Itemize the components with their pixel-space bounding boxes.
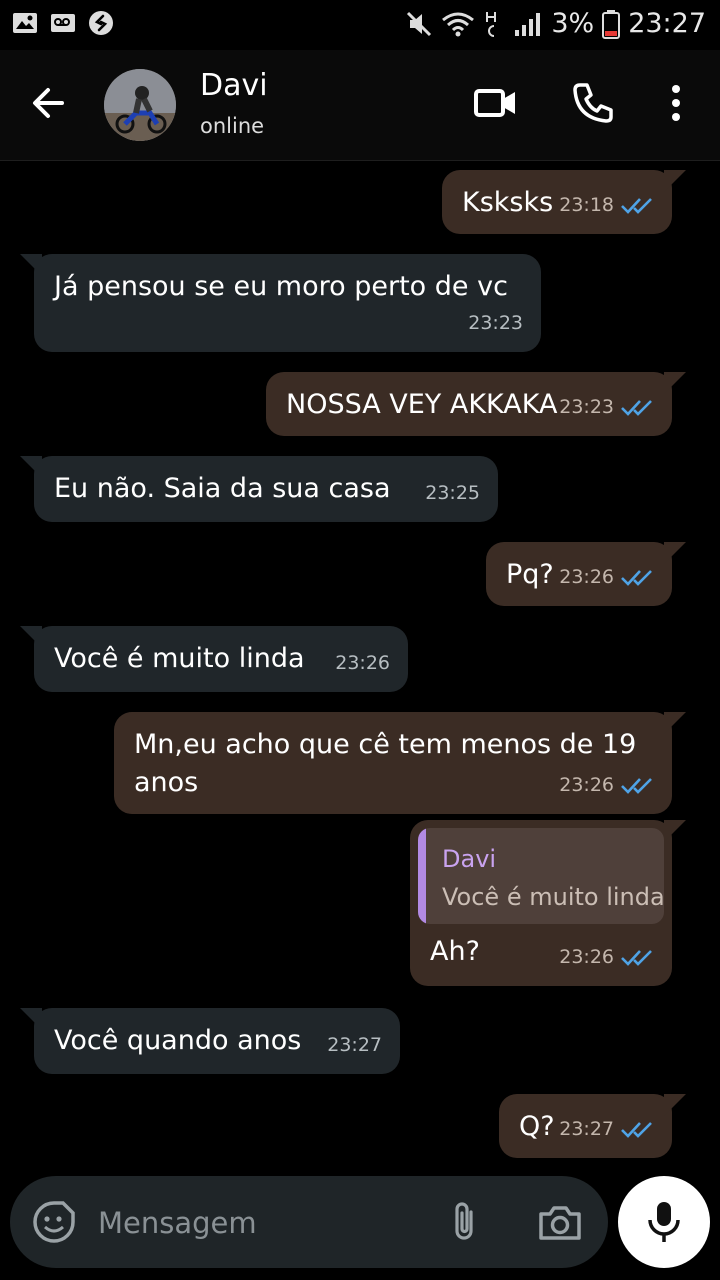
message-time: 23:18 — [559, 194, 614, 216]
message-bubble-incoming[interactable]: Eu não. Saia da sua casa 23:25 — [20, 456, 498, 522]
avatar[interactable] — [104, 69, 176, 141]
message-bubble-reply[interactable]: Davi Você é muito linda Ah? 23:26 — [410, 820, 686, 986]
more-options-icon[interactable] — [653, 80, 699, 126]
quote-accent-bar — [418, 828, 426, 924]
phone-icon[interactable] — [570, 80, 616, 126]
message-text: Pq? — [506, 559, 554, 590]
message-time: 23:23 — [559, 396, 614, 418]
read-receipt-icon — [621, 198, 652, 214]
message-text: Ah? — [430, 936, 480, 967]
video-call-icon[interactable] — [472, 80, 518, 126]
message-text: Você é muito linda — [54, 643, 305, 674]
status-bar: 3% 23:27 — [0, 0, 720, 50]
message-text: Eu não. Saia da sua casa — [54, 473, 391, 504]
message-text: Ksksks — [462, 187, 554, 218]
shazam-icon — [89, 11, 113, 35]
quoted-sender: Davi — [442, 845, 497, 873]
clock: 23:27 — [628, 8, 706, 39]
message-bubble-outgoing[interactable]: Q? 23:27 — [499, 1094, 686, 1158]
battery-percent: 3% — [551, 8, 595, 39]
avatar-motocross-image — [104, 69, 176, 141]
message-time: 23:26 — [335, 652, 390, 674]
voicemail-icon — [51, 14, 75, 32]
message-text-line: Mn,eu acho que cê tem menos de 19 — [134, 729, 637, 760]
message-time: 23:25 — [425, 482, 480, 504]
message-time: 23:27 — [327, 1034, 382, 1056]
message-bubble-incoming[interactable]: Você é muito linda 23:26 — [20, 626, 408, 692]
mute-icon — [407, 11, 432, 36]
chat-header: Davi online — [0, 50, 720, 161]
message-list[interactable]: Ksksks 23:18 Já pensou se eu moro perto … — [0, 160, 720, 1170]
message-bubble-outgoing[interactable]: Ksksks 23:18 — [442, 170, 686, 234]
contact-name[interactable]: Davi — [200, 68, 268, 103]
read-receipt-icon — [621, 570, 652, 586]
message-bubble-outgoing[interactable]: NOSSA VEY AKKAKA 23:23 — [266, 372, 686, 436]
read-receipt-icon — [621, 1122, 652, 1138]
attach-icon[interactable] — [440, 1198, 488, 1246]
sticker-icon[interactable] — [30, 1198, 78, 1246]
battery-icon — [602, 9, 621, 39]
quoted-text: Você é muito linda — [442, 883, 664, 911]
mic-icon — [648, 1202, 680, 1242]
back-arrow-icon[interactable] — [28, 83, 68, 123]
mic-button[interactable] — [618, 1176, 710, 1268]
read-receipt-icon — [621, 400, 652, 416]
message-time: 23:26 — [559, 946, 614, 968]
message-bubble-outgoing[interactable]: Pq? 23:26 — [486, 542, 686, 606]
message-text: Você quando anos — [54, 1025, 302, 1056]
message-bubble-incoming[interactable]: Já pensou se eu moro perto de vc 23:23 — [20, 254, 541, 352]
gallery-icon — [13, 13, 37, 33]
message-composer — [10, 1176, 608, 1268]
message-text: NOSSA VEY AKKAKA — [286, 389, 558, 420]
message-bubble-outgoing[interactable]: Mn,eu acho que cê tem menos de 19 anos 2… — [114, 712, 686, 814]
read-receipt-icon — [621, 950, 652, 966]
quoted-message[interactable]: Davi Você é muito linda — [418, 828, 664, 924]
signal-icon — [515, 12, 541, 36]
message-time: 23:23 — [468, 312, 523, 334]
read-receipt-icon — [621, 778, 652, 794]
message-input[interactable] — [96, 1198, 430, 1248]
message-text: Já pensou se eu moro perto de vc — [54, 271, 508, 302]
hd-voice-icon — [486, 11, 497, 37]
camera-icon[interactable] — [536, 1198, 584, 1246]
message-time: 23:26 — [559, 566, 614, 588]
message-text: Q? — [519, 1111, 555, 1142]
contact-status: online — [200, 114, 265, 138]
message-bubble-incoming[interactable]: Você quando anos 23:27 — [20, 1008, 400, 1074]
wifi-icon — [442, 12, 475, 36]
message-time: 23:26 — [559, 774, 614, 796]
message-time: 23:27 — [559, 1118, 614, 1140]
